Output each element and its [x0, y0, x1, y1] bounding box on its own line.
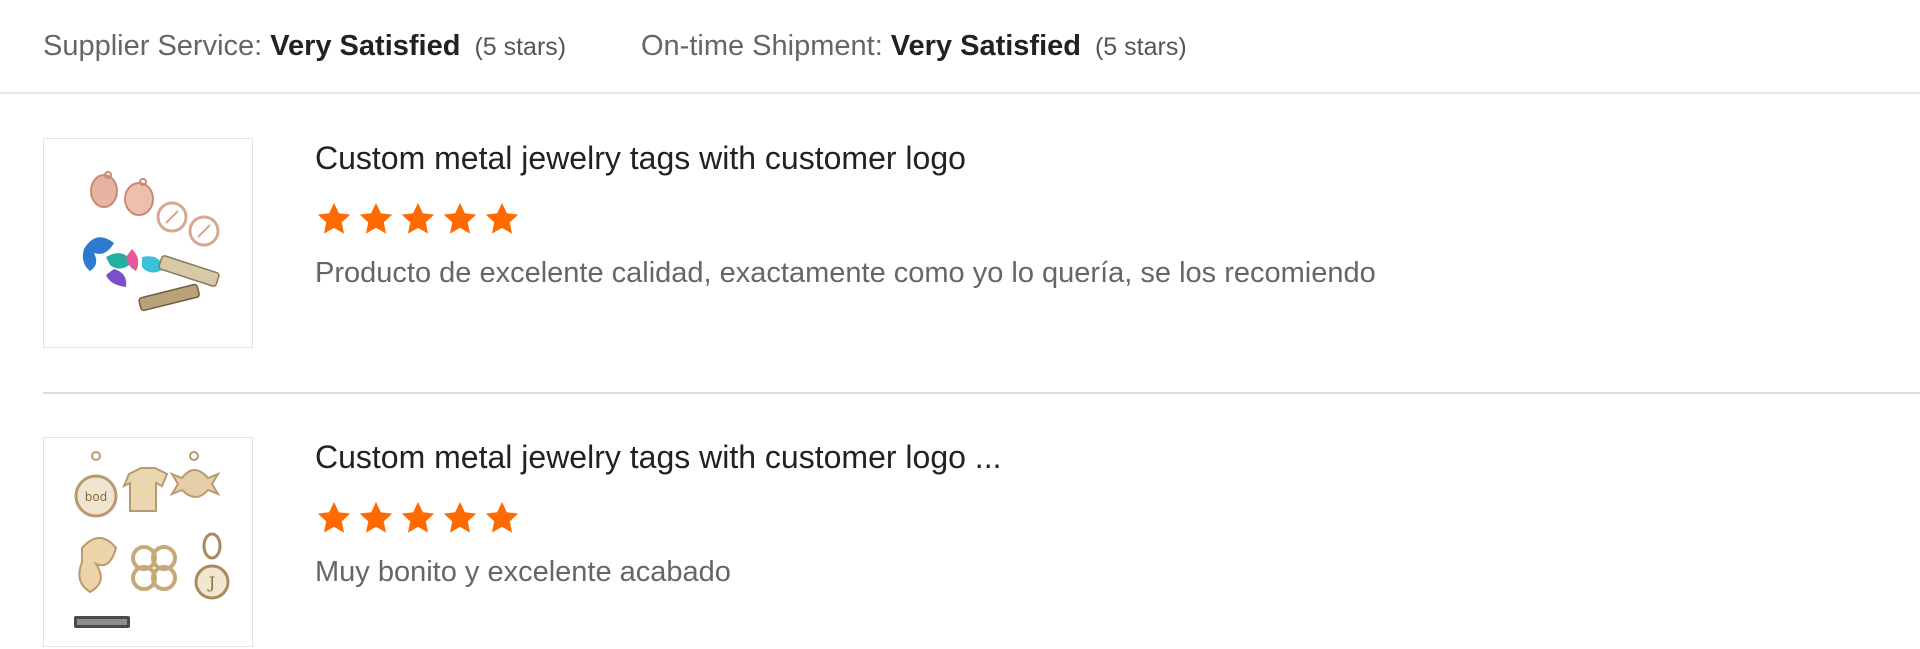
star-icon: [399, 200, 437, 238]
review-comment: Producto de excelente calidad, exactamen…: [315, 257, 1376, 289]
supplier-service-label: Supplier Service:: [43, 30, 263, 62]
review-item: bod J Custom metal jewelry tags with cus…: [43, 437, 1920, 649]
star-icon: [357, 499, 395, 537]
supplier-service-value: Very Satisfied: [270, 30, 461, 62]
review-divider: [43, 392, 1920, 394]
supplier-service-rating: Supplier Service: Very Satisfied (5 stars): [43, 28, 566, 65]
product-thumbnail[interactable]: [43, 138, 253, 348]
svg-text:J: J: [207, 573, 215, 592]
star-icon: [483, 499, 521, 537]
review-comment: Muy bonito y excelente acabado: [315, 556, 731, 588]
rating-summary-bar: Supplier Service: Very Satisfied (5 stars)…: [0, 0, 1920, 94]
ontime-shipment-rating: On-time Shipment: Very Satisfied (5 stars): [641, 28, 1187, 65]
product-title-link[interactable]: Custom metal jewelry tags with customer …: [315, 138, 966, 178]
star-icon: [357, 200, 395, 238]
star-rating: [315, 499, 525, 537]
star-icon: [441, 200, 479, 238]
jewelry-charms-image: [82, 171, 220, 312]
review-item: Custom metal jewelry tags with customer …: [43, 138, 1920, 350]
star-icon: [399, 499, 437, 537]
svg-text:bod: bod: [85, 490, 108, 504]
ontime-shipment-stars-note: (5 stars): [1094, 33, 1187, 61]
supplier-service-stars-note: (5 stars): [474, 33, 567, 61]
star-icon: [441, 499, 479, 537]
star-icon: [315, 499, 353, 537]
star-icon: [483, 200, 521, 238]
star-rating: [315, 200, 525, 238]
product-thumbnail[interactable]: bod J: [43, 437, 253, 647]
jewelry-pendants-image: bod J: [74, 451, 230, 628]
product-title-link[interactable]: Custom metal jewelry tags with customer …: [315, 437, 1001, 477]
star-icon: [315, 200, 353, 238]
ontime-shipment-label: On-time Shipment:: [641, 30, 883, 62]
ontime-shipment-value: Very Satisfied: [890, 30, 1081, 62]
